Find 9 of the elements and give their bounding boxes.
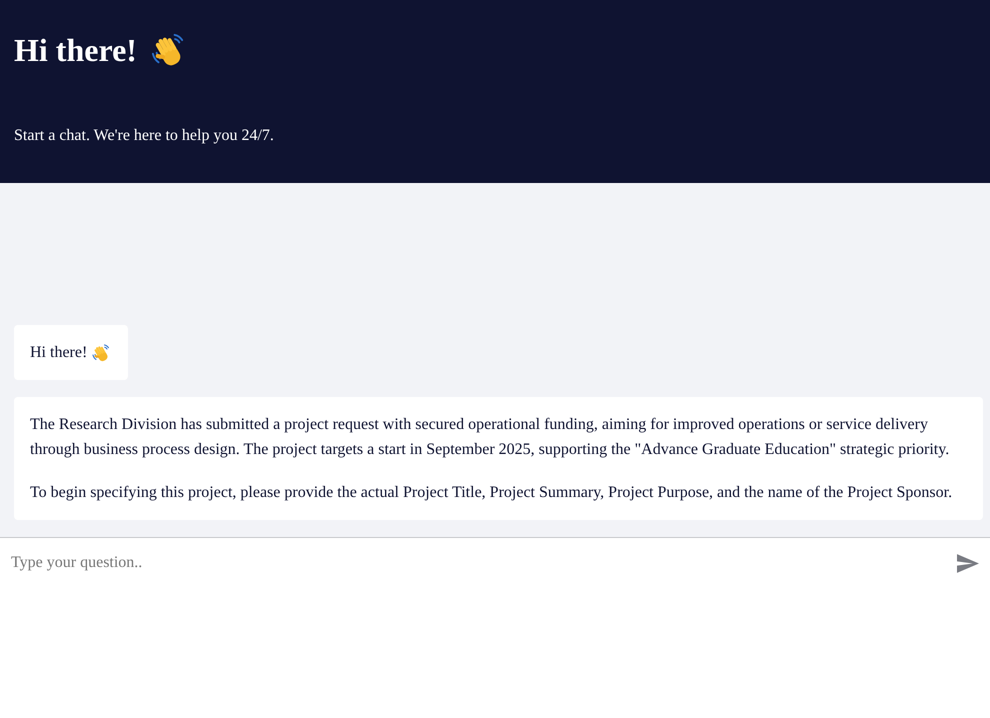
- message-text: To begin specifying this project, please provide the actual Project Title, Project Summary, Project Purpose, and the name of the Project Sponsor.: [30, 483, 954, 503]
- waving-hand-icon: [92, 344, 110, 362]
- send-icon: [957, 554, 979, 572]
- header-title: Hi there!: [14, 31, 137, 70]
- header-subtitle: Start a chat. We're here to help you 24/7.: [14, 126, 274, 146]
- message-input[interactable]: Type your question..: [0, 538, 950, 588]
- message-text: Hi there!: [30, 343, 88, 363]
- message-text: The Research Division has submitted a project request with secured operational funding, aiming for improved operations or service delivery through business process design. The project targets a start in September 2025, supporting the "Advance Graduate Education" strategic priority.: [30, 415, 950, 460]
- waving-hand-icon: [150, 33, 185, 67]
